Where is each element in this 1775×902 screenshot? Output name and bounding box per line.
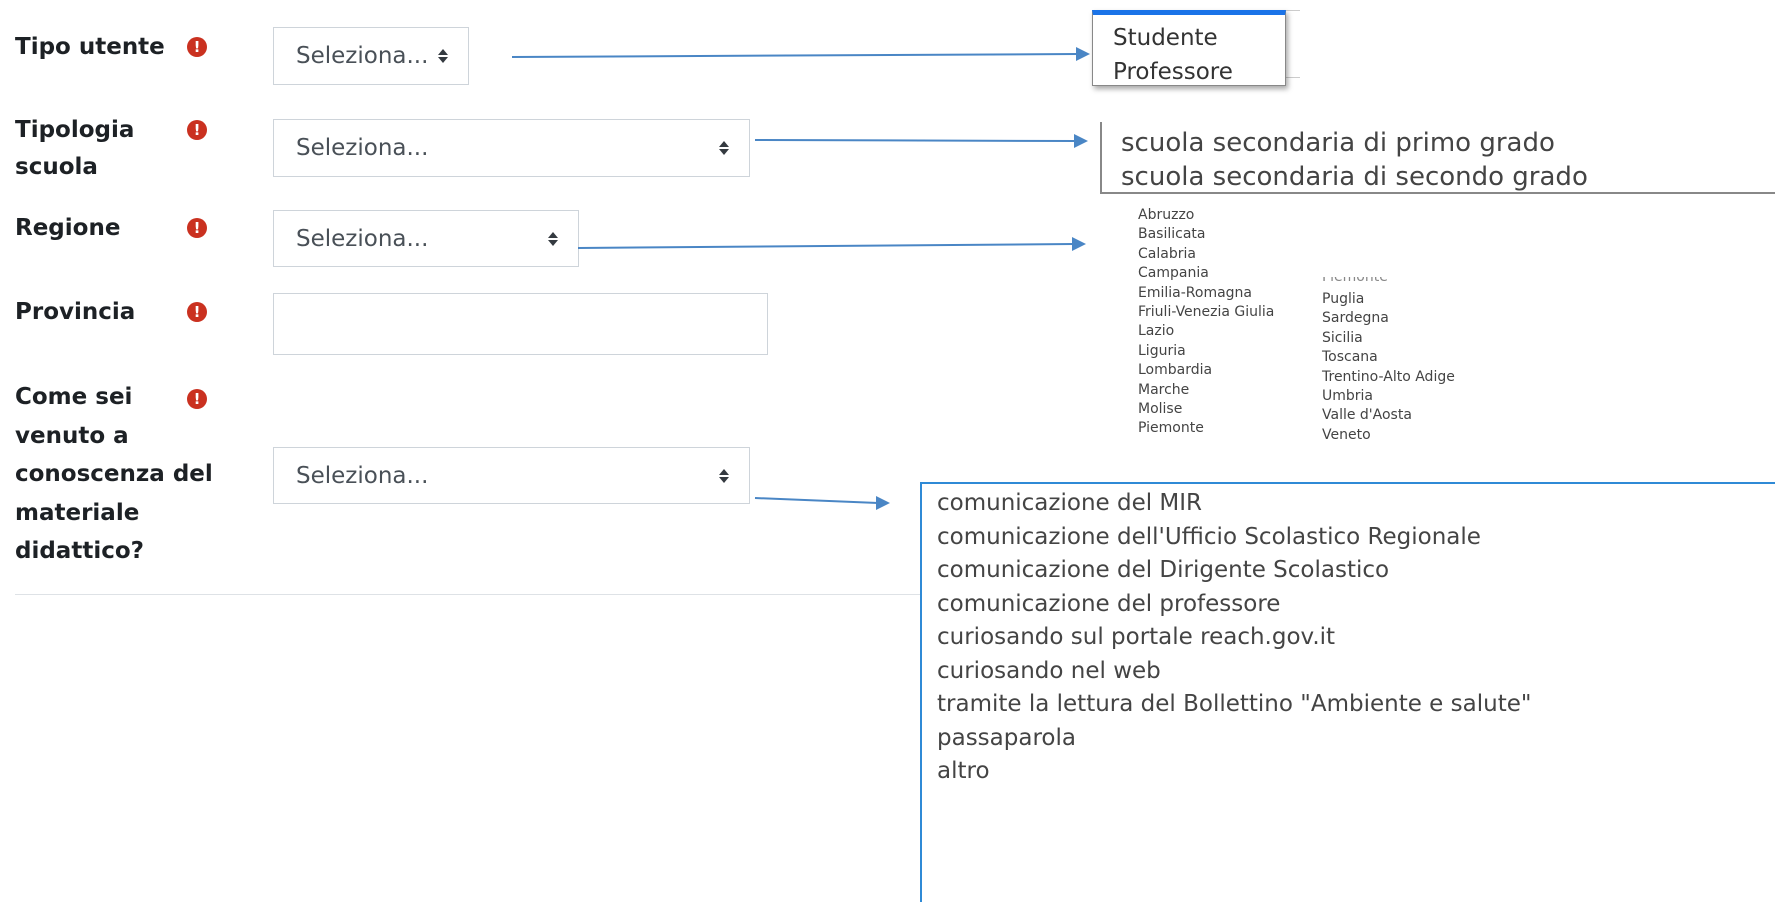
option-regione[interactable]: Campania <box>1138 264 1274 283</box>
arrow-come-sei-venuto <box>754 497 879 504</box>
option-regione[interactable]: Sicilia <box>1322 329 1455 348</box>
option-professore[interactable]: Professore <box>1113 55 1285 89</box>
option-fonte[interactable]: passaparola <box>937 722 1775 756</box>
option-regione[interactable]: Liguria <box>1138 342 1274 361</box>
option-fonte[interactable]: comunicazione del professore <box>937 588 1775 622</box>
tipo-utente-options: Studente Professore <box>1092 10 1286 86</box>
option-regione[interactable]: Piemonte <box>1138 419 1274 438</box>
option-fonte[interactable]: curiosando nel web <box>937 655 1775 689</box>
arrow-head <box>1072 237 1086 251</box>
option-regione[interactable]: Toscana <box>1322 348 1455 367</box>
option-regione[interactable]: Emilia-Romagna <box>1138 284 1274 303</box>
come-sei-venuto-options: comunicazione del MIR comunicazione dell… <box>920 482 1775 902</box>
dropdown-shadow-edge <box>1286 10 1300 78</box>
option-secondaria-secondo-grado[interactable]: scuola secondaria di secondo grado <box>1121 160 1775 194</box>
option-studente[interactable]: Studente <box>1113 21 1285 55</box>
option-regione[interactable]: Lazio <box>1138 322 1274 341</box>
option-secondaria-primo-grado[interactable]: scuola secondaria di primo grado <box>1121 126 1775 160</box>
option-regione[interactable]: Marche <box>1138 381 1274 400</box>
option-fonte[interactable]: altro <box>937 755 1775 789</box>
option-fonte[interactable]: comunicazione del MIR <box>937 487 1775 521</box>
regione-options-col1: Abruzzo Basilicata Calabria Campania Emi… <box>1138 206 1274 439</box>
option-fonte[interactable]: tramite la lettura del Bollettino "Ambie… <box>937 688 1775 722</box>
option-regione[interactable]: Sardegna <box>1322 309 1455 328</box>
arrow-regione <box>577 243 1075 249</box>
option-fonte[interactable]: curiosando sul portale reach.gov.it <box>937 621 1775 655</box>
option-regione[interactable]: Trentino-Alto Adige <box>1322 368 1455 387</box>
option-regione[interactable]: Molise <box>1138 400 1274 419</box>
option-regione-cut: Piemonte <box>1322 277 1388 285</box>
arrow-head <box>876 496 890 510</box>
arrow-tipologia-scuola <box>754 139 1077 142</box>
option-regione[interactable]: Friuli-Venezia Giulia <box>1138 303 1274 322</box>
tipologia-scuola-options: scuola secondaria di primo grado scuola … <box>1100 122 1775 194</box>
option-regione[interactable]: Puglia <box>1322 290 1455 309</box>
option-fonte[interactable]: comunicazione dell'Ufficio Scolastico Re… <box>937 521 1775 555</box>
option-regione[interactable]: Abruzzo <box>1138 206 1274 225</box>
option-regione[interactable]: Umbria <box>1322 387 1455 406</box>
arrow-tipo-utente <box>511 53 1079 58</box>
regione-options-col2: Puglia Sardegna Sicilia Toscana Trentino… <box>1322 290 1455 445</box>
option-regione[interactable]: Calabria <box>1138 245 1274 264</box>
option-regione[interactable]: Lombardia <box>1138 361 1274 380</box>
option-regione[interactable]: Valle d'Aosta <box>1322 406 1455 425</box>
arrow-head <box>1074 134 1088 148</box>
option-regione[interactable]: Veneto <box>1322 426 1455 445</box>
option-fonte[interactable]: comunicazione del Dirigente Scolastico <box>937 554 1775 588</box>
option-regione[interactable]: Basilicata <box>1138 225 1274 244</box>
arrow-head <box>1076 47 1090 61</box>
